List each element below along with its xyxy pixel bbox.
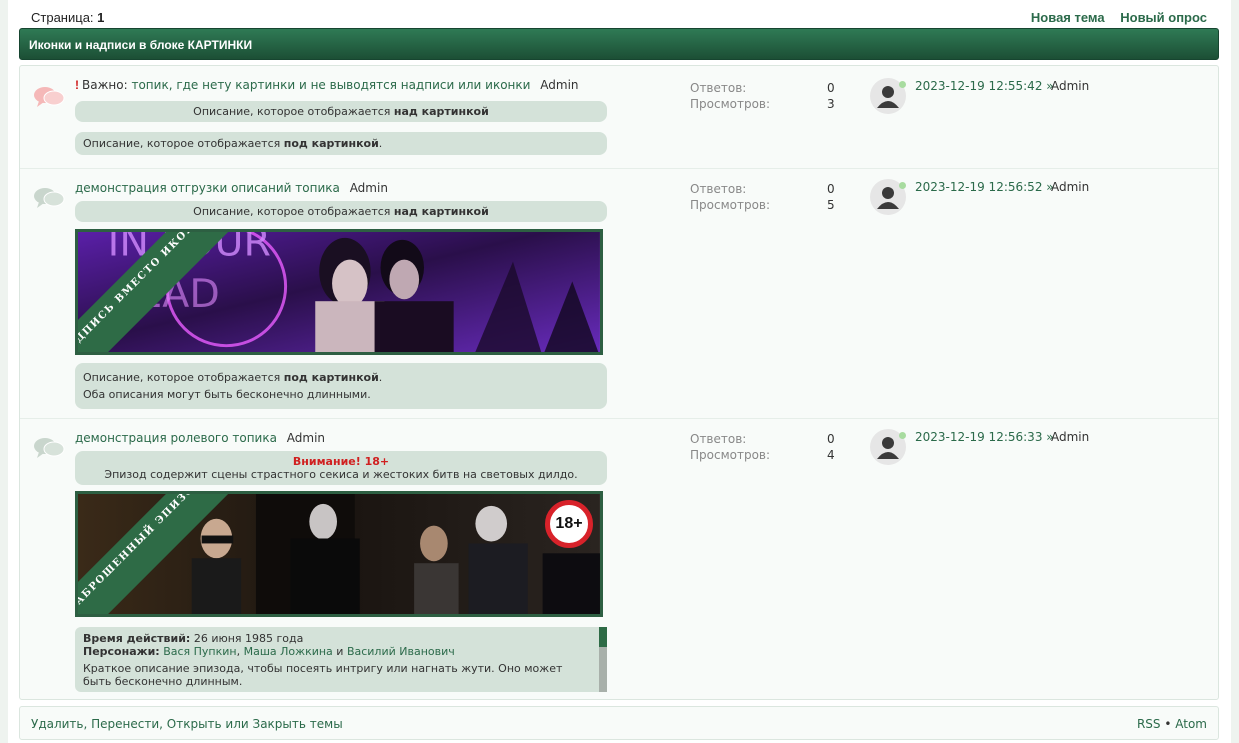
topic-row: демонстрация отгрузки описаний топика Ad… — [20, 169, 1218, 419]
description-above: Описание, которое отображается над карти… — [75, 101, 607, 122]
topic-stats: Ответов: 0 Просмотров: 3 — [690, 80, 840, 112]
topic-image[interactable]: ЗАБРОШЕННЫЙ ЭПИЗОД 18+ — [75, 491, 603, 617]
top-line: Страница: 1 Новая тема Новый опрос — [31, 9, 1207, 27]
replies-count: 0 — [827, 182, 835, 196]
topic-subject: демонстрация ролевого топика Admin — [75, 431, 325, 445]
topic-row: демонстрация ролевого топика Admin Внима… — [20, 419, 1218, 701]
new-poll-link[interactable]: Новый опрос — [1120, 10, 1207, 25]
warning-block: Внимание! 18+ Эпизод содержит сцены стра… — [75, 451, 607, 485]
replies-label: Ответов: — [690, 182, 747, 196]
online-indicator — [899, 432, 906, 439]
views-label: Просмотров: — [690, 97, 771, 111]
last-post-author[interactable]: Admin — [1051, 430, 1089, 444]
last-post-link[interactable]: 2023-12-19 12:56:33 » — [915, 430, 1054, 444]
description-below: Описание, которое отображается под карти… — [75, 132, 607, 155]
desc-tail: . — [378, 371, 383, 384]
desc-bold: под картинкой — [283, 371, 379, 384]
characters-and: и — [336, 645, 344, 658]
desc-bold: над картинкой — [393, 205, 489, 218]
time-label: Время действий: — [83, 632, 191, 645]
topic-icon-new — [33, 86, 65, 108]
replies-count: 0 — [827, 432, 835, 446]
pagination-label: Страница: — [31, 10, 94, 25]
description-below: Описание, которое отображается под карти… — [75, 363, 607, 409]
topic-subject: демонстрация отгрузки описаний топика Ad… — [75, 181, 388, 195]
replies-count: 0 — [827, 81, 835, 95]
episode-summary: Краткое описание эпизода, чтобы посеять … — [83, 662, 563, 688]
replies-label: Ответов: — [690, 432, 747, 446]
desc-extra: Оба описания могут быть бесконечно длинн… — [83, 388, 371, 401]
topic-author[interactable]: Admin — [287, 431, 325, 445]
footer-bar: Удалить, Перенести, Открыть или Закрыть … — [19, 706, 1219, 740]
desc-bold: над картинкой — [393, 105, 489, 118]
desc-text: Описание, которое отображается — [193, 205, 394, 218]
views-label: Просмотров: — [690, 448, 771, 462]
new-topic-link[interactable]: Новая тема — [1031, 10, 1105, 25]
topic-stats: Ответов: 0 Просмотров: 4 — [690, 431, 840, 463]
atom-link[interactable]: Atom — [1175, 717, 1207, 731]
topic-title-link[interactable]: демонстрация ролевого топика — [75, 431, 277, 445]
warning-text: Эпизод содержит сцены страстного секиса … — [104, 468, 578, 481]
warning-title: Внимание! 18+ — [292, 455, 390, 468]
last-post-link[interactable]: 2023-12-19 12:55:42 » — [915, 79, 1054, 93]
topic-stats: Ответов: 0 Просмотров: 5 — [690, 181, 840, 213]
important-mark: ! — [75, 78, 79, 92]
topic-author[interactable]: Admin — [350, 181, 388, 195]
topic-icon — [33, 437, 65, 459]
desc-text: Описание, которое отображается — [83, 137, 284, 150]
topic-title-link[interactable]: топик, где нету картинки и не выводятся … — [131, 78, 530, 92]
pagination: Страница: 1 — [31, 10, 104, 25]
views-count: 5 — [827, 198, 835, 212]
last-post-author[interactable]: Admin — [1051, 180, 1089, 194]
characters-label: Персонажи: — [83, 645, 160, 658]
forum-title: Иконки и надписи в блоке КАРТИНКИ — [29, 38, 253, 52]
topic-list: ! Важно: топик, где нету картинки и не вы… — [19, 65, 1219, 700]
online-indicator — [899, 81, 906, 88]
desc-tail: . — [378, 137, 383, 150]
forum-title-bar: Иконки и надписи в блоке КАРТИНКИ — [19, 28, 1219, 60]
desc-bold: под картинкой — [283, 137, 379, 150]
online-indicator — [899, 182, 906, 189]
character-link[interactable]: Маша Ложкина — [244, 645, 333, 658]
views-count: 3 — [827, 97, 835, 111]
last-post-author[interactable]: Admin — [1051, 79, 1089, 93]
episode-info[interactable]: Время действий: 26 июня 1985 года Персон… — [75, 627, 607, 692]
topic-image[interactable]: IN YOUR EAD НАДПИСЬ ВМЕСТО ИКОНКИ — [75, 229, 603, 355]
description-above: Описание, которое отображается над карти… — [75, 201, 607, 222]
last-post-link[interactable]: 2023-12-19 12:56:52 » — [915, 180, 1054, 194]
important-label: Важно: — [82, 78, 128, 92]
rss-link[interactable]: RSS — [1137, 717, 1161, 731]
topic-actions: Новая тема Новый опрос — [1019, 10, 1207, 25]
character-link[interactable]: Василий Иванович — [347, 645, 455, 658]
topic-author[interactable]: Admin — [540, 78, 578, 92]
views-label: Просмотров: — [690, 198, 771, 212]
scrollbar-thumb[interactable] — [599, 627, 607, 647]
time-value: 26 июня 1985 года — [193, 632, 304, 645]
character-link[interactable]: Вася Пупкин — [163, 645, 236, 658]
current-page: 1 — [97, 10, 105, 25]
desc-text: Описание, которое отображается — [193, 105, 394, 118]
topic-subject: ! Важно: топик, где нету картинки и не вы… — [75, 78, 579, 92]
feed-links: RSS • Atom — [1137, 717, 1207, 731]
views-count: 4 — [827, 448, 835, 462]
topic-row: ! Важно: топик, где нету картинки и не вы… — [20, 66, 1218, 169]
age-rating-badge: 18+ — [545, 500, 593, 548]
feed-separator: • — [1164, 717, 1172, 731]
desc-text: Описание, которое отображается — [83, 371, 284, 384]
topic-icon — [33, 187, 65, 209]
replies-label: Ответов: — [690, 81, 747, 95]
topic-title-link[interactable]: демонстрация отгрузки описаний топика — [75, 181, 340, 195]
scrollbar[interactable] — [599, 627, 607, 692]
moderation-links[interactable]: Удалить, Перенести, Открыть или Закрыть … — [31, 717, 343, 731]
